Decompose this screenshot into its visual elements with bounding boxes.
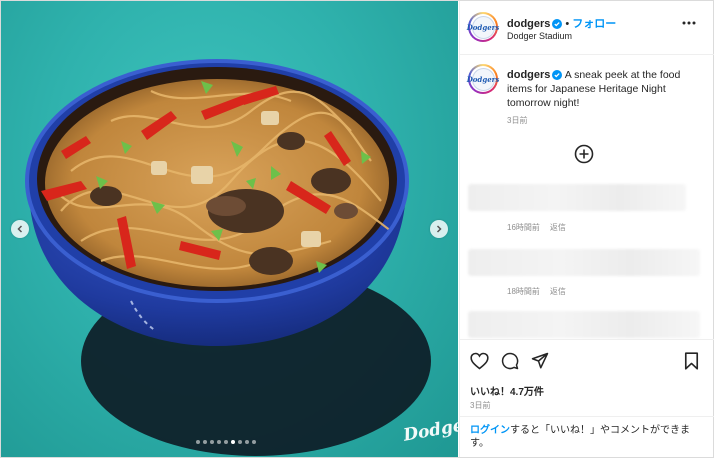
food-photo [25,59,431,456]
separator: • [565,18,570,30]
post-media[interactable]: Dodgers [1,1,458,457]
post-header: Dodgers dodgers • フォロー Dodger Stadium [460,1,714,55]
login-link[interactable]: ログイン [470,425,510,436]
more-options-icon[interactable] [682,21,696,25]
comment-bubble-icon[interactable] [501,352,519,370]
comment-meta-2: 18時間前 返信 [507,286,566,297]
carousel-dot [203,440,207,444]
post-side-panel: Dodgers dodgers • フォロー Dodger Stadium Dodg… [459,1,714,457]
header-username[interactable]: dodgers [507,18,550,30]
comment-meta-1: 16時間前 返信 [507,222,566,233]
carousel-dot [210,440,214,444]
post-caption: dodgers A sneak peek at the food items f… [507,68,707,110]
next-slide-button[interactable] [430,220,448,238]
blurred-comment-1 [468,184,686,211]
caption-timestamp: 3日前 [507,116,528,125]
blurred-comment-3 [468,311,700,338]
carousel-dot [252,440,256,444]
bookmark-icon[interactable] [684,352,699,370]
carousel-dot [224,440,228,444]
carousel-dot [196,440,200,444]
actions-divider [460,339,714,340]
carousel-dot [217,440,221,444]
dodgers-logo: Dodgers [467,67,499,91]
caption-username[interactable]: dodgers [507,69,550,81]
reply-button[interactable]: 返信 [550,287,566,296]
comment-time: 18時間前 [507,287,540,296]
heart-icon[interactable] [470,352,489,370]
chevron-left-icon [17,225,23,233]
chevron-right-icon [436,225,442,233]
location-link[interactable]: Dodger Stadium [507,31,572,41]
verified-badge-icon [552,70,563,80]
follow-button[interactable]: フォロー [572,18,616,30]
login-prompt: ログインすると「いいね！」やコメントができます。 [470,424,708,450]
avatar[interactable]: Dodgers [467,12,499,42]
plus-circle-icon[interactable] [574,144,594,164]
carousel-indicator [196,440,256,444]
blurred-comment-2 [468,249,700,276]
post-timestamp: 3日前 [470,401,491,410]
carousel-dot [245,440,249,444]
comment-time: 16時間前 [507,223,540,232]
like-count[interactable]: いいね！4.7万件 [470,383,544,398]
dodgers-logo: Dodgers [467,15,499,39]
carousel-dot [231,440,235,444]
caption-avatar[interactable]: Dodgers [467,64,499,94]
carousel-dot [238,440,242,444]
verified-badge-icon [552,19,563,29]
reply-button[interactable]: 返信 [550,223,566,232]
send-icon[interactable] [531,352,549,370]
previous-slide-button[interactable] [11,220,29,238]
login-divider [460,416,714,417]
